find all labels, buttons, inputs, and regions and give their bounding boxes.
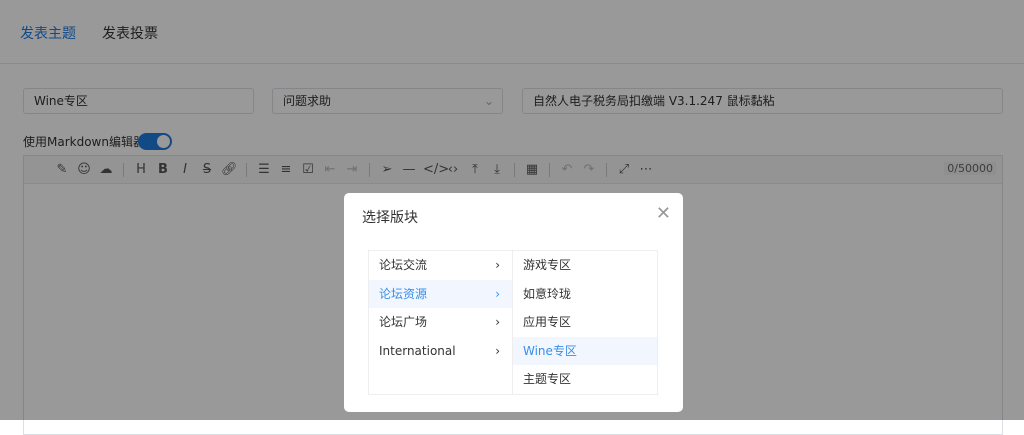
cascader-option[interactable]: 主题专区 (513, 365, 657, 394)
dialog-title: 选择版块 (362, 210, 418, 226)
chevron-right-icon: › (495, 258, 500, 272)
cascader-option[interactable]: 应用专区 (513, 308, 657, 337)
cascader-option[interactable]: 如意玲珑 (513, 280, 657, 309)
cascader-level1: 论坛交流 › 论坛资源 › 论坛广场 › International › (369, 251, 513, 394)
cascader-option[interactable]: 论坛交流 › (369, 251, 512, 280)
option-label: 论坛交流 (379, 258, 428, 272)
chevron-right-icon: › (495, 343, 500, 358)
option-label: 论坛资源 (379, 286, 428, 301)
cascader-option[interactable]: 论坛资源 › (369, 279, 512, 309)
option-label: International (379, 343, 456, 358)
cascader-level2: 游戏专区 如意玲珑 应用专区 Wine专区 主题专区 (513, 251, 657, 394)
close-icon[interactable]: ✕ (656, 203, 671, 224)
board-cascader: 论坛交流 › 论坛资源 › 论坛广场 › International › 游戏专区 如意玲珑 应用… (368, 250, 658, 395)
cascader-option[interactable]: 游戏专区 (513, 251, 657, 280)
cascader-option[interactable]: 论坛广场 › (369, 308, 512, 337)
chevron-right-icon: › (495, 315, 500, 330)
option-label: 论坛广场 (379, 315, 428, 330)
cascader-option[interactable]: International › (369, 337, 512, 366)
select-board-dialog: 选择版块 ✕ 论坛交流 › 论坛资源 › 论坛广场 › International › 游戏专… (344, 193, 683, 412)
cascader-option[interactable]: Wine专区 (513, 336, 657, 366)
chevron-right-icon: › (495, 286, 500, 301)
